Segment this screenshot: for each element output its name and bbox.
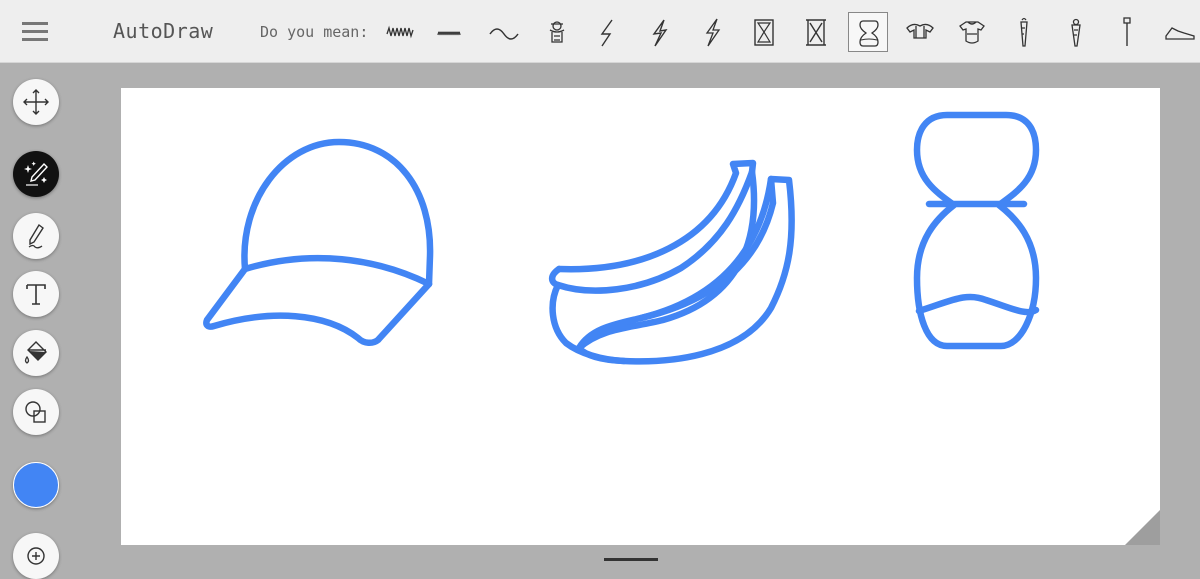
text-tool-button[interactable] — [13, 271, 59, 317]
lightning-bolt-icon[interactable] — [588, 12, 628, 52]
app-title: AutoDraw — [113, 19, 214, 43]
framed-hourglass-alt-icon[interactable] — [796, 12, 836, 52]
pencil-tool-button[interactable] — [13, 213, 59, 259]
tilde-wave-icon[interactable] — [484, 12, 524, 52]
canvas-drawings — [203, 111, 1040, 365]
fill-bucket-icon — [24, 341, 47, 364]
zigzag-scribble-icon[interactable] — [381, 12, 421, 52]
shapes-tool-button[interactable] — [13, 389, 59, 435]
hamburger-menu-icon[interactable] — [22, 18, 48, 44]
wave-scribble-icon[interactable] — [432, 12, 472, 52]
color-picker-swatch[interactable] — [13, 462, 59, 508]
fill-tool-button[interactable] — [13, 330, 59, 376]
cap-drawing[interactable] — [203, 138, 434, 346]
suggestion-label: Do you mean: — [260, 23, 369, 41]
autodraw-icon — [24, 161, 48, 186]
move-icon — [23, 89, 49, 115]
hourglass-icon[interactable] — [848, 12, 888, 52]
lightning-bolt-bold-icon[interactable] — [640, 12, 680, 52]
zoom-in-button[interactable] — [13, 533, 59, 579]
lightning-bolt-outline-icon[interactable] — [692, 12, 732, 52]
framed-hourglass-icon[interactable] — [744, 12, 784, 52]
shoe-icon[interactable] — [1160, 12, 1200, 52]
pencil-icon — [28, 223, 44, 249]
text-icon — [26, 284, 46, 305]
football-pads-icon[interactable] — [900, 12, 940, 52]
move-tool-button[interactable] — [13, 79, 59, 125]
autodraw-tool-button[interactable] — [13, 151, 59, 197]
mascot-head-icon[interactable] — [537, 12, 577, 52]
zoom-in-icon — [27, 547, 45, 565]
chest-protector-icon[interactable] — [952, 12, 992, 52]
canvas-resize-handle[interactable] — [1125, 510, 1160, 545]
top-bar: AutoDraw Do you mean: — [0, 0, 1200, 63]
carrot-alt-icon[interactable] — [1056, 12, 1096, 52]
carrot-icon[interactable] — [1004, 12, 1044, 52]
shapes-icon — [25, 401, 46, 423]
pin-icon[interactable] — [1108, 12, 1148, 52]
hourglass-drawing[interactable] — [913, 111, 1040, 350]
bananas-drawing[interactable] — [548, 159, 795, 365]
drawing-canvas[interactable] — [121, 88, 1160, 545]
